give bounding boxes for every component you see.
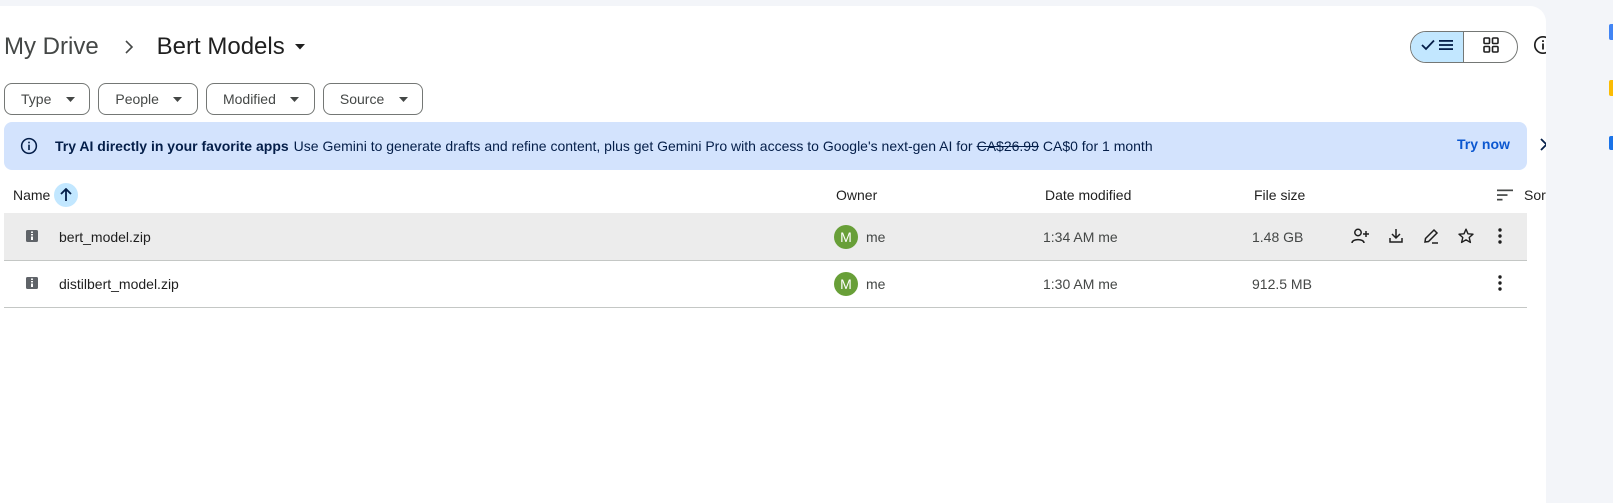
table-header: Name Owner Date modified File size Sort [4,172,1550,218]
list-view-button[interactable] [1411,32,1465,62]
calendar-app-icon[interactable] [1609,24,1613,40]
column-label: Owner [836,187,878,203]
gemini-promo-banner: Try AI directly in your favorite apps Us… [4,122,1553,170]
file-name[interactable]: distilbert_model.zip [59,260,179,307]
avatar: M [834,271,858,296]
grid-view-button[interactable] [1464,32,1517,62]
check-icon [1421,38,1435,56]
date-modified: 1:30 AM me [1043,275,1118,292]
table-row[interactable]: distilbert_model.zip M me 1:30 AM me 912… [4,260,1527,308]
file-name[interactable]: bert_model.zip [59,213,151,260]
filter-chips: Type People Modified Source [4,83,424,115]
caret-down-icon [173,94,183,104]
view-toggle [1410,31,1518,63]
column-label: Name [13,187,51,203]
column-label: File size [1254,187,1306,203]
filter-modified[interactable]: Modified [205,83,315,115]
more-vert-icon [1498,227,1502,247]
info-icon [19,136,39,156]
file-size: 1.48 GB [1252,228,1304,245]
sort-button[interactable]: Sort [1496,172,1550,218]
more-actions-button[interactable] [1488,225,1512,249]
date-modified: 1:34 AM me [1043,228,1118,245]
share-button[interactable] [1348,225,1372,249]
list-icon [1439,38,1453,56]
add-person-icon [1351,228,1369,247]
owner-name: me [866,275,886,292]
avatar: M [834,224,858,249]
banner-title: Try AI directly in your favorite apps [55,138,289,154]
grid-icon [1482,36,1499,58]
column-owner-header[interactable]: Owner [836,172,877,218]
star-icon [1458,228,1474,247]
filter-people[interactable]: People [98,83,198,115]
filter-label: People [115,91,159,107]
filter-type[interactable]: Type [4,83,91,115]
chevron-right-icon [119,37,139,57]
column-label: Date modified [1045,187,1132,203]
download-icon [1389,228,1403,246]
sort-icon [1496,186,1514,204]
column-date-modified-header[interactable]: Date modified [1045,172,1131,218]
pencil-icon [1423,228,1439,247]
more-vert-icon [1498,274,1502,294]
caret-down-icon [291,38,309,56]
filter-label: Modified [222,91,276,107]
breadcrumb-current-folder[interactable]: Bert Models [157,33,309,61]
owner-cell: M me [834,260,885,307]
breadcrumb-my-drive[interactable]: My Drive [4,33,99,61]
banner-new-price: CA$0 for 1 month [1042,138,1153,154]
filter-label: Type [21,91,52,107]
keep-app-icon[interactable] [1609,80,1613,96]
filter-source[interactable]: Source [322,83,424,115]
breadcrumb: My Drive Bert Models [4,32,309,62]
filter-label: Source [339,91,385,107]
zip-file-icon [25,276,39,290]
tasks-app-icon[interactable] [1609,136,1613,150]
star-button[interactable] [1454,225,1478,249]
more-actions-button[interactable] [1488,272,1512,296]
column-name-header[interactable]: Name [13,172,79,218]
try-now-button[interactable]: Try now [1457,136,1510,152]
main-panel: My Drive Bert Models Type People Modifie… [0,6,1553,503]
banner-text: Use Gemini to generate drafts and refine… [293,138,973,154]
arrow-up-icon[interactable] [54,183,79,207]
file-size: 912.5 MB [1252,275,1312,292]
owner-name: me [866,228,886,245]
caret-down-icon [290,94,300,104]
banner-old-price: CA$26.99 [976,138,1039,154]
table-row[interactable]: bert_model.zip M me 1:34 AM me 1.48 GB [4,213,1527,261]
download-button[interactable] [1384,225,1408,249]
column-file-size-header[interactable]: File size [1254,172,1305,218]
folder-title: Bert Models [156,33,285,60]
side-panel-rail [1546,0,1613,503]
zip-file-icon [25,229,39,243]
owner-cell: M me [834,213,885,260]
caret-down-icon [65,94,75,104]
caret-down-icon [398,94,408,104]
rename-button[interactable] [1419,225,1443,249]
